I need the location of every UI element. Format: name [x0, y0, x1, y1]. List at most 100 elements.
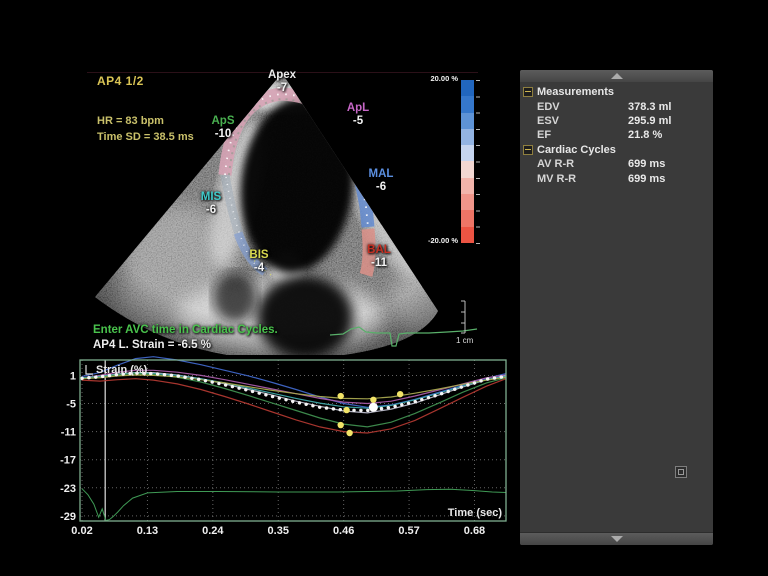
strain-chart-plot: 1-5-11-17-23-290.020.130.240.350.460.570…	[55, 352, 515, 538]
segment-label-apl: ApL-5	[347, 102, 369, 128]
colorbar-max-label: 20.00 %	[415, 74, 458, 83]
measurement-label: AV R-R	[537, 158, 574, 170]
measurement-item-row: EF 21.8 %	[520, 128, 713, 142]
strain-curve-bis	[82, 375, 506, 399]
measurement-group-row: Measurements	[520, 85, 713, 99]
y-tick-label: -23	[60, 483, 76, 495]
panel-checkbox[interactable]	[675, 466, 687, 478]
segment-peak-strain-value: -6	[201, 204, 221, 217]
segment-name: Apex	[268, 69, 296, 81]
y-tick-label: -5	[66, 399, 76, 411]
x-tick-label: 0.13	[137, 525, 158, 537]
measurement-group-row: Cardiac Cycles	[520, 143, 713, 157]
x-tick-label: 0.35	[268, 525, 289, 537]
axis-corner-icon	[86, 365, 93, 374]
measurement-item-row: ESV 295.9 ml	[520, 114, 713, 128]
heart-rate-label: HR = 83 bpm	[97, 115, 164, 128]
segment-peak-strain-value: -6	[369, 181, 394, 194]
chart-border	[80, 360, 506, 521]
group-label: Cardiac Cycles	[537, 144, 616, 156]
segment-peak-strain-value: -11	[367, 257, 391, 270]
colorbar-segment	[461, 113, 474, 129]
colorbar-segment	[461, 129, 474, 145]
segment-name: ApL	[347, 102, 369, 114]
measurement-label: EDV	[537, 101, 560, 113]
segment-label-bal: BAL-11	[367, 244, 391, 270]
strain-colorbar	[461, 80, 474, 243]
ultrasound-fan-image	[85, 65, 487, 355]
application-screen: AP4 1/2 HR = 83 bpm Time SD = 38.5 ms Ap…	[0, 0, 768, 576]
colorbar-segment	[461, 178, 474, 194]
x-axis-label: Time (sec)	[448, 507, 503, 519]
segment-peak-strain-value: -4	[249, 262, 268, 275]
measurement-label: MV R-R	[537, 173, 576, 185]
peak-strain-marker	[370, 397, 376, 403]
segment-label-bis: BIS-4	[249, 249, 268, 275]
ecg-trace	[82, 489, 506, 521]
peak-strain-marker	[346, 430, 352, 436]
current-frame-marker	[369, 403, 378, 412]
measurement-item-row: AV R-R 699 ms	[520, 157, 713, 171]
collapse-icon[interactable]	[523, 87, 533, 97]
segment-name: BAL	[367, 244, 391, 256]
peak-strain-marker	[343, 407, 349, 413]
panel-scroll-down[interactable]	[520, 532, 713, 545]
measurement-value: 378.3 ml	[628, 101, 671, 113]
panel-scroll-up[interactable]	[520, 70, 713, 82]
scroll-up-icon	[611, 73, 623, 79]
scroll-down-icon	[611, 536, 623, 542]
strain-curve-bal	[82, 379, 506, 433]
y-tick-label: -11	[61, 427, 76, 439]
measurement-value: 21.8 %	[628, 129, 662, 141]
peak-strain-marker	[397, 391, 403, 397]
colorbar-ticks	[476, 80, 480, 244]
segment-peak-strain-value: -10	[212, 128, 235, 141]
status-message: Enter AVC time in Cardiac Cycles.	[93, 324, 278, 338]
y-tick-label: -17	[60, 455, 76, 467]
peak-strain-marker	[337, 393, 343, 399]
peak-strain-marker	[337, 422, 343, 428]
measurement-label: ESV	[537, 115, 559, 127]
measurement-tree: Measurements EDV 378.3 ml ESV 295.9 ml EF 21.8…	[520, 85, 713, 186]
colorbar-segment	[461, 161, 474, 177]
segment-label-aps: ApS-10	[212, 115, 235, 141]
segment-label-apex: Apex-7	[268, 69, 296, 95]
y-tick-label: -29	[60, 511, 76, 523]
colorbar-segment	[461, 194, 474, 210]
colorbar-segment	[461, 96, 474, 112]
measurement-item-row: EDV 378.3 ml	[520, 99, 713, 113]
colorbar-min-label: -20.00 %	[411, 236, 458, 245]
measurement-value: 699 ms	[628, 158, 665, 170]
strain-chart: 1-5-11-17-23-290.020.130.240.350.460.570…	[55, 352, 515, 538]
measurements-panel: Measurements EDV 378.3 ml ESV 295.9 ml EF 21.8…	[520, 70, 713, 545]
colorbar-segment	[461, 210, 474, 226]
x-tick-label: 0.02	[71, 525, 92, 537]
view-label: AP4 1/2	[97, 74, 144, 88]
segment-name: MAL	[369, 168, 394, 180]
x-tick-label: 0.46	[333, 525, 354, 537]
collapse-icon[interactable]	[523, 145, 533, 155]
x-tick-label: 0.24	[202, 525, 224, 537]
time-sd-label: Time SD = 38.5 ms	[97, 131, 194, 144]
segment-label-mal: MAL-6	[369, 168, 394, 194]
depth-ruler	[461, 301, 465, 333]
measurement-value: 699 ms	[628, 173, 665, 185]
x-tick-label: 0.68	[464, 525, 485, 537]
chart-title: Strain (%)	[96, 364, 148, 376]
colorbar-segment	[461, 145, 474, 161]
group-label: Measurements	[537, 86, 614, 98]
segment-name: ApS	[212, 115, 235, 127]
colorbar-segment	[461, 227, 474, 243]
segment-name: BIS	[249, 249, 268, 261]
global-strain-value: AP4 L. Strain = -6.5 %	[93, 339, 211, 353]
measurement-label: EF	[537, 129, 551, 141]
colorbar-segment	[461, 80, 474, 96]
segment-name: MIS	[201, 191, 221, 203]
segment-label-mis: MIS-6	[201, 191, 221, 217]
y-tick-label: 1	[70, 370, 76, 382]
measurement-item-row: MV R-R 699 ms	[520, 171, 713, 185]
ultrasound-view: AP4 1/2 HR = 83 bpm Time SD = 38.5 ms Ap…	[85, 65, 487, 355]
measurement-value: 295.9 ml	[628, 115, 671, 127]
scale-label: 1 cm	[456, 336, 473, 346]
segment-peak-strain-value: -5	[347, 115, 369, 128]
